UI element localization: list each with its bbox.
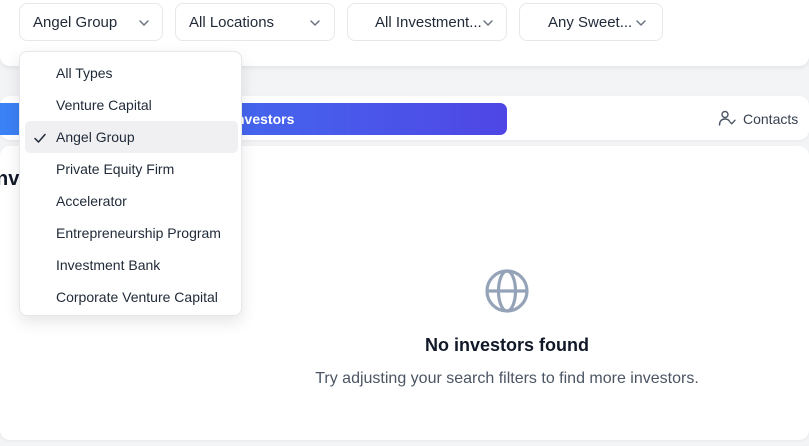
user-check-icon xyxy=(718,109,736,127)
location-value: All Locations xyxy=(189,14,275,31)
tab-contacts-label: Contacts xyxy=(743,111,799,127)
menu-item-entrepreneurship-program[interactable]: Entrepreneurship Program xyxy=(25,217,238,249)
menu-item-label: Corporate Venture Capital xyxy=(56,289,218,305)
check-icon xyxy=(33,131,47,145)
menu-item-label: Accelerator xyxy=(56,193,127,209)
investor-type-value: Angel Group xyxy=(33,14,118,31)
tab-investors-label: nvestors xyxy=(236,111,295,127)
sweet-spot-value: Any Sweet... xyxy=(548,14,633,31)
investment-value: All Investment... xyxy=(375,14,482,31)
menu-item-venture-capital[interactable]: Venture Capital xyxy=(25,89,238,121)
globe-icon xyxy=(484,268,530,314)
chevron-down-icon xyxy=(482,17,494,29)
menu-item-label: All Types xyxy=(56,65,113,81)
menu-item-label: Investment Bank xyxy=(56,257,161,273)
chevron-down-icon xyxy=(309,17,321,29)
menu-item-label: Venture Capital xyxy=(56,97,152,113)
empty-state-message: Try adjusting your search filters to fin… xyxy=(315,370,699,387)
menu-item-investment-bank[interactable]: Investment Bank xyxy=(25,249,238,281)
chevron-down-icon xyxy=(635,17,647,29)
menu-item-accelerator[interactable]: Accelerator xyxy=(25,185,238,217)
empty-state-title: No investors found xyxy=(424,335,589,355)
investment-select[interactable]: All Investment... xyxy=(347,3,507,41)
menu-item-all-types[interactable]: All Types xyxy=(25,57,238,89)
chevron-down-icon xyxy=(138,17,150,29)
menu-item-label: Entrepreneurship Program xyxy=(56,225,221,241)
menu-item-private-equity-firm[interactable]: Private Equity Firm xyxy=(25,153,238,185)
investor-type-dropdown: All Types Venture Capital Angel Group Pr… xyxy=(19,51,242,316)
location-select[interactable]: All Locations xyxy=(175,3,335,41)
sweet-spot-select[interactable]: Any Sweet... xyxy=(519,3,663,41)
investor-type-select[interactable]: Angel Group xyxy=(19,3,163,41)
menu-item-label: Angel Group xyxy=(56,129,135,145)
menu-item-angel-group[interactable]: Angel Group xyxy=(25,121,238,153)
menu-item-corporate-venture-capital[interactable]: Corporate Venture Capital xyxy=(25,281,238,313)
menu-item-label: Private Equity Firm xyxy=(56,161,175,177)
